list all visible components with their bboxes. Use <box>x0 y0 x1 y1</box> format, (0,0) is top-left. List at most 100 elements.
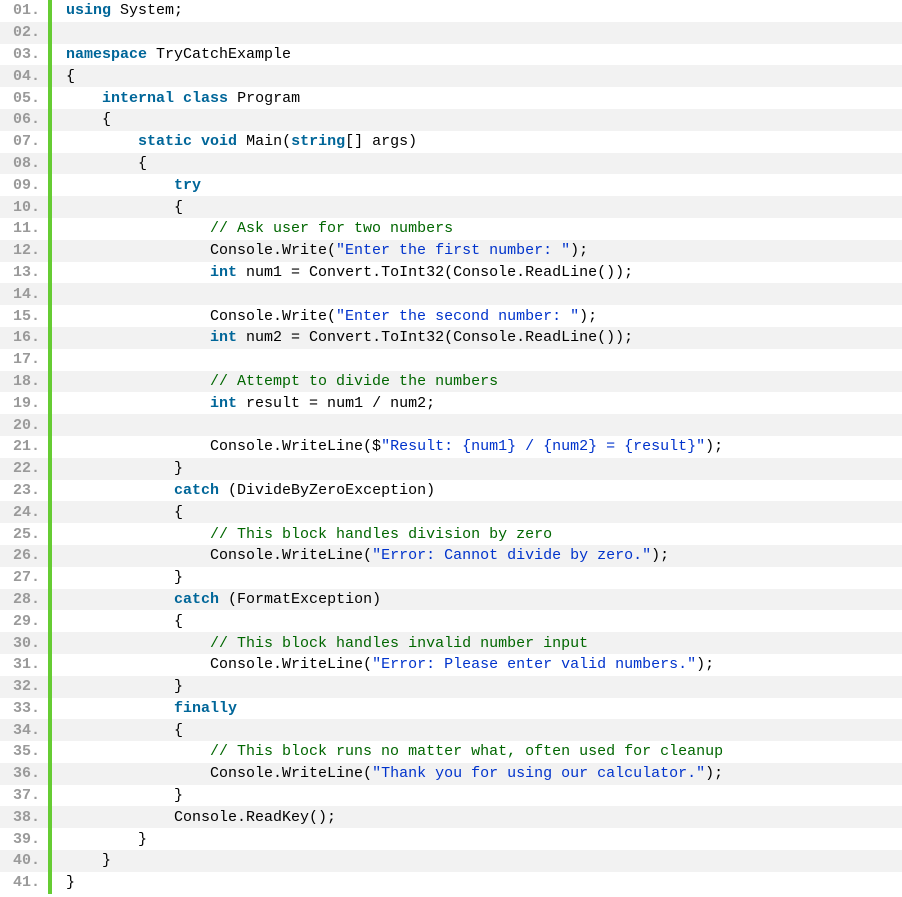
line-number: 41. <box>0 874 48 891</box>
code-line: 36. Console.WriteLine("Thank you for usi… <box>0 763 902 785</box>
token-str: "Error: Please enter valid numbers." <box>372 656 696 673</box>
code-content: Console.Write("Enter the second number: … <box>52 308 597 325</box>
token-str: "Thank you for using our calculator." <box>372 765 705 782</box>
line-number: 10. <box>0 199 48 216</box>
code-content: try <box>52 177 201 194</box>
code-line: 22. } <box>0 458 902 480</box>
code-line: 19. int result = num1 / num2; <box>0 392 902 414</box>
code-line: 37. } <box>0 785 902 807</box>
code-content: Console.WriteLine("Thank you for using o… <box>52 765 723 782</box>
code-line: 17. <box>0 349 902 371</box>
code-content: namespace TryCatchExample <box>52 46 291 63</box>
line-number: 07. <box>0 133 48 150</box>
line-number: 27. <box>0 569 48 586</box>
code-content: { <box>52 68 75 85</box>
token-plain <box>66 635 210 652</box>
code-line: 41.} <box>0 872 902 894</box>
code-content: catch (DivideByZeroException) <box>52 482 435 499</box>
line-number: 03. <box>0 46 48 63</box>
code-line: 04.{ <box>0 65 902 87</box>
code-content: // This block runs no matter what, often… <box>52 743 723 760</box>
code-content: int num1 = Convert.ToInt32(Console.ReadL… <box>52 264 633 281</box>
token-plain: Main( <box>237 133 291 150</box>
token-plain <box>66 90 102 107</box>
token-str: "Enter the first number: " <box>336 242 570 259</box>
token-plain <box>66 373 210 390</box>
token-plain: num2 = Convert.ToInt32(Console.ReadLine(… <box>237 329 633 346</box>
line-number: 28. <box>0 591 48 608</box>
token-plain: } <box>66 569 183 586</box>
line-number: 08. <box>0 155 48 172</box>
token-kw: namespace <box>66 46 147 63</box>
line-number: 18. <box>0 373 48 390</box>
line-number: 38. <box>0 809 48 826</box>
code-line: 38. Console.ReadKey(); <box>0 806 902 828</box>
token-plain: num1 = Convert.ToInt32(Console.ReadLine(… <box>237 264 633 281</box>
line-number: 02. <box>0 24 48 41</box>
code-line: 01.using System; <box>0 0 902 22</box>
code-line: 29. { <box>0 610 902 632</box>
code-line: 06. { <box>0 109 902 131</box>
code-content: using System; <box>52 2 183 19</box>
code-content: Console.Write("Enter the first number: "… <box>52 242 588 259</box>
code-line: 07. static void Main(string[] args) <box>0 131 902 153</box>
token-plain <box>66 329 210 346</box>
token-plain: ); <box>705 765 723 782</box>
code-content: int num2 = Convert.ToInt32(Console.ReadL… <box>52 329 633 346</box>
line-number: 15. <box>0 308 48 325</box>
line-number: 33. <box>0 700 48 717</box>
token-plain <box>66 700 174 717</box>
line-number: 09. <box>0 177 48 194</box>
token-plain: Program <box>228 90 300 107</box>
token-str: "Error: Cannot divide by zero." <box>372 547 651 564</box>
token-plain: Console.WriteLine($ <box>66 438 381 455</box>
token-kw: catch <box>174 482 219 499</box>
code-content: // Attempt to divide the numbers <box>52 373 498 390</box>
token-plain: { <box>66 613 183 630</box>
code-line: 25. // This block handles division by ze… <box>0 523 902 545</box>
code-line: 34. { <box>0 719 902 741</box>
line-number: 20. <box>0 417 48 434</box>
line-number: 06. <box>0 111 48 128</box>
code-line: 02. <box>0 22 902 44</box>
token-kw: void <box>201 133 237 150</box>
token-plain <box>66 526 210 543</box>
line-number: 23. <box>0 482 48 499</box>
code-line: 05. internal class Program <box>0 87 902 109</box>
code-line: 32. } <box>0 676 902 698</box>
line-number: 13. <box>0 264 48 281</box>
token-plain: } <box>66 852 111 869</box>
code-line: 35. // This block runs no matter what, o… <box>0 741 902 763</box>
line-number: 04. <box>0 68 48 85</box>
code-line: 08. { <box>0 153 902 175</box>
token-plain: Console.Write( <box>66 242 336 259</box>
token-plain: result = num1 / num2; <box>237 395 435 412</box>
line-number: 17. <box>0 351 48 368</box>
token-kw: string <box>291 133 345 150</box>
token-com: // This block handles division by zero <box>210 526 552 543</box>
line-number: 19. <box>0 395 48 412</box>
token-kw: int <box>210 264 237 281</box>
token-plain: } <box>66 460 183 477</box>
code-content: } <box>52 852 111 869</box>
token-kw: static <box>138 133 192 150</box>
code-line: 24. { <box>0 501 902 523</box>
code-line: 16. int num2 = Convert.ToInt32(Console.R… <box>0 327 902 349</box>
token-plain: Console.WriteLine( <box>66 656 372 673</box>
token-plain: Console.ReadKey(); <box>66 809 336 826</box>
token-plain: ); <box>696 656 714 673</box>
line-number: 05. <box>0 90 48 107</box>
token-plain: TryCatchExample <box>147 46 291 63</box>
code-content: catch (FormatException) <box>52 591 381 608</box>
code-line: 10. { <box>0 196 902 218</box>
token-plain: { <box>66 722 183 739</box>
line-number: 37. <box>0 787 48 804</box>
token-kw: try <box>174 177 201 194</box>
token-kw: int <box>210 329 237 346</box>
token-plain <box>66 395 210 412</box>
token-com: // This block runs no matter what, often… <box>210 743 723 760</box>
token-plain: } <box>66 787 183 804</box>
token-com: // Attempt to divide the numbers <box>210 373 498 390</box>
code-line: 31. Console.WriteLine("Error: Please ent… <box>0 654 902 676</box>
token-plain <box>66 591 174 608</box>
